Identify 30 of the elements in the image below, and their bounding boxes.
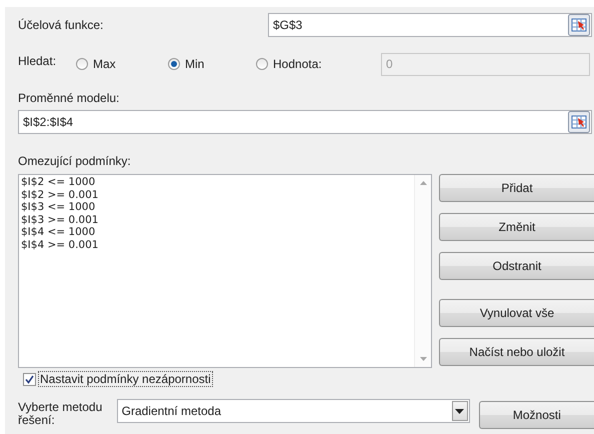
constraint-item[interactable]: $I$4 >= 0.001 <box>21 238 98 251</box>
constraint-item[interactable]: $I$2 <= 1000 <box>21 176 96 188</box>
objective-label: Účelová funkce: <box>18 18 104 32</box>
variables-field[interactable]: $I$2:$I$4 <box>18 110 592 134</box>
constraint-item[interactable]: $I$4 <= 1000 <box>21 226 96 238</box>
range-select-icon[interactable] <box>568 14 590 36</box>
goal-label: Hledat: <box>18 54 58 68</box>
dialog-button[interactable]: Načíst nebo uložit <box>439 338 594 366</box>
options-button[interactable]: Možnosti <box>478 401 594 429</box>
scroll-up-icon[interactable] <box>420 181 426 185</box>
constraint-item[interactable]: $I$3 >= 0.001 <box>21 214 98 226</box>
goal-radio[interactable]: Min <box>168 57 256 71</box>
constraint-item[interactable]: $I$2 >= 0.001 <box>21 188 98 201</box>
scroll-down-icon[interactable] <box>420 357 426 361</box>
dialog-button[interactable]: Změnit <box>439 213 594 241</box>
method-label: Vyberte metodu řešení: <box>18 401 104 427</box>
goal-radio[interactable]: Max <box>76 57 168 71</box>
constraints-label: Omezující podmínky: <box>18 154 132 168</box>
method-dropdown[interactable]: Gradientní metoda <box>116 399 470 423</box>
constraint-item[interactable]: $I$3 <= 1000 <box>21 201 96 214</box>
variables-label: Proměnné modelu: <box>18 91 120 105</box>
check-icon <box>25 374 34 384</box>
range-select-icon[interactable] <box>568 111 590 133</box>
dialog-button[interactable]: Odstranit <box>439 252 594 280</box>
scrollbar[interactable] <box>414 175 431 367</box>
goal-radio[interactable]: Hodnota: <box>256 57 381 71</box>
dialog-button[interactable]: Přidat <box>439 174 594 202</box>
dropdown-arrow-icon <box>455 408 464 414</box>
objective-field[interactable]: $G$3 <box>268 13 592 37</box>
dialog-button[interactable]: Vynulovat vše <box>439 299 594 327</box>
